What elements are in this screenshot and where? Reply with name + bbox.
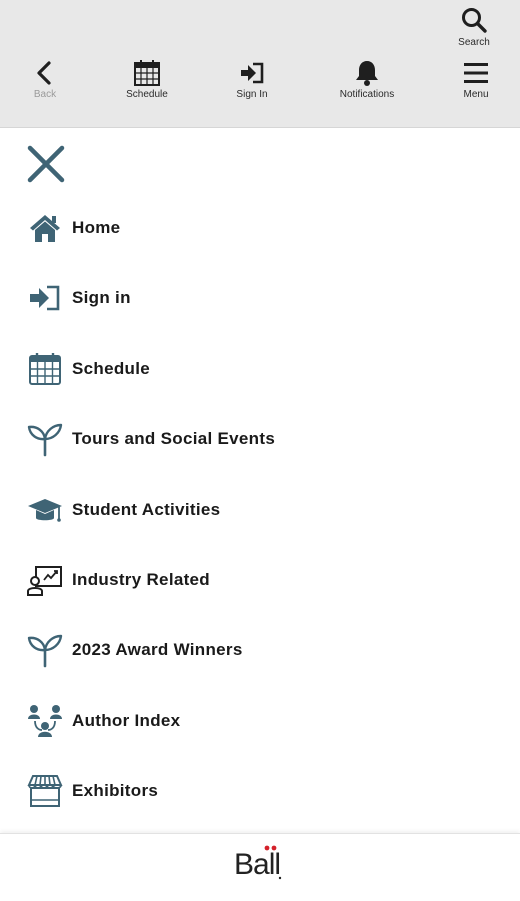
ball-logo: Ball xyxy=(234,844,288,884)
menu-item-tours-social-events[interactable]: Tours and Social Events xyxy=(0,403,520,473)
menu-item-industry-related[interactable]: Industry Related xyxy=(0,544,520,614)
search-button[interactable]: Search xyxy=(455,6,493,48)
footer: Ball xyxy=(0,833,520,901)
menu-item-label: Author Index xyxy=(72,710,181,730)
search-label: Search xyxy=(458,37,490,48)
menu-item-label: Home xyxy=(72,218,121,237)
menu-item-exhibitors[interactable]: Exhibitors xyxy=(0,755,520,825)
menu-item-label: Tours and Social Events xyxy=(72,429,276,449)
chevron-left-icon xyxy=(37,61,51,85)
close-icon xyxy=(27,145,65,183)
menu-item-sign-in[interactable]: Sign in xyxy=(0,262,520,332)
storefront-icon xyxy=(27,775,63,808)
menu-item-label: Industry Related xyxy=(72,569,210,589)
sprout-icon xyxy=(27,635,63,668)
logo-dots-icon xyxy=(264,845,282,880)
sign-in-label: Sign In xyxy=(236,89,268,100)
menu-item-label: Exhibitors xyxy=(72,781,159,801)
hamburger-menu-icon xyxy=(464,63,488,83)
menu-button[interactable]: Menu xyxy=(456,60,496,100)
menu-item-student-activities[interactable]: Student Activities xyxy=(0,474,520,544)
sign-in-icon xyxy=(30,286,60,311)
calendar-icon xyxy=(29,352,61,385)
menu-item-label: Sign in xyxy=(72,288,131,308)
menu-item-author-index[interactable]: Author Index xyxy=(0,685,520,755)
menu-label: Menu xyxy=(463,89,489,100)
close-menu-button[interactable] xyxy=(24,142,68,186)
top-toolbar: Search Back Schedule Sign In Notificatio… xyxy=(0,0,520,128)
schedule-button[interactable]: Schedule xyxy=(118,60,176,100)
presentation-icon xyxy=(27,565,62,596)
menu-item-label: 2023 Award Winners xyxy=(72,640,243,660)
menu-item-label: Student Activities xyxy=(72,499,221,519)
notifications-label: Notifications xyxy=(339,89,395,100)
sign-in-icon xyxy=(241,62,264,84)
schedule-label: Schedule xyxy=(126,89,168,100)
back-label: Back xyxy=(33,89,57,100)
menu-item-award-winners[interactable]: 2023 Award Winners xyxy=(0,614,520,684)
sign-in-button[interactable]: Sign In xyxy=(228,60,276,100)
sprout-icon xyxy=(27,423,63,457)
bell-icon xyxy=(356,61,378,86)
graduation-cap-icon xyxy=(28,498,62,522)
back-button[interactable]: Back xyxy=(26,60,64,100)
menu-item-label: Schedule xyxy=(72,358,150,378)
side-menu: Home Sign in Schedule Tours and Social E… xyxy=(0,192,520,826)
home-icon xyxy=(30,215,60,242)
menu-item-home[interactable]: Home xyxy=(0,192,520,262)
menu-item-schedule[interactable]: Schedule xyxy=(0,333,520,403)
people-network-icon xyxy=(28,704,62,737)
notifications-button[interactable]: Notifications xyxy=(331,60,403,100)
calendar-icon xyxy=(134,60,160,86)
search-icon xyxy=(462,8,487,33)
